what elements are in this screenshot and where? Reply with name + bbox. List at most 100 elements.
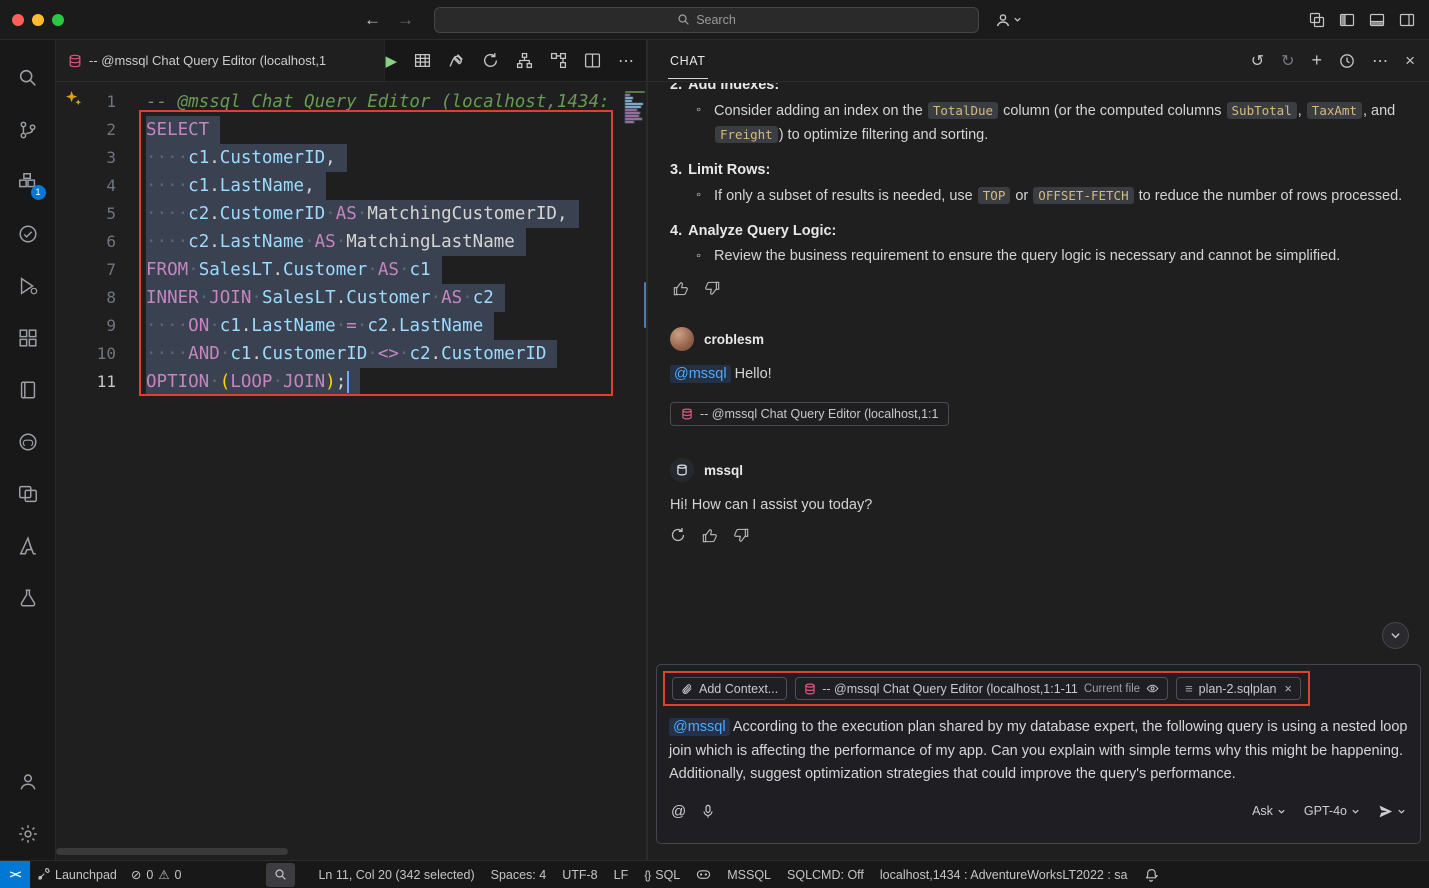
paperclip-icon bbox=[681, 683, 693, 695]
code-token: AS bbox=[315, 232, 336, 252]
mode-dropdown[interactable]: Ask bbox=[1252, 804, 1286, 818]
sidebar-item-source-control[interactable] bbox=[0, 104, 56, 156]
command-center-search[interactable]: Search bbox=[434, 7, 979, 33]
sidebar-item-accounts[interactable] bbox=[0, 756, 56, 808]
remove-context-icon[interactable]: × bbox=[1285, 682, 1292, 696]
github-icon bbox=[17, 431, 39, 453]
code-token: · bbox=[357, 204, 368, 224]
sidebar-item-run-debug[interactable] bbox=[0, 260, 56, 312]
more-actions-icon[interactable]: ⋯ bbox=[1372, 51, 1388, 71]
thumbs-up-icon[interactable] bbox=[672, 280, 689, 297]
results-grid-icon[interactable] bbox=[414, 52, 431, 69]
context-file-chip[interactable]: -- @mssql Chat Query Editor (localhost,1… bbox=[795, 677, 1168, 700]
close-panel-icon[interactable]: × bbox=[1405, 51, 1415, 71]
chat-messages[interactable]: 2. Add Indexes:◦Consider adding an index… bbox=[648, 83, 1429, 661]
microphone-icon[interactable] bbox=[701, 804, 715, 819]
code-line: FROM·SalesLT.Customer·AS·c1 bbox=[146, 256, 624, 284]
list-item-heading: 2. Add Indexes: bbox=[670, 83, 1407, 97]
thumbs-down-icon[interactable] bbox=[733, 527, 750, 544]
sidebar-item-azure[interactable] bbox=[0, 520, 56, 572]
add-context-button[interactable]: Add Context... bbox=[672, 677, 787, 700]
chat-input-text[interactable]: @mssql According to the execution plan s… bbox=[659, 710, 1418, 795]
sqlcmd-status[interactable]: SQLCMD: Off bbox=[780, 861, 871, 888]
list-item-title: Add Indexes: bbox=[688, 83, 779, 93]
send-button[interactable] bbox=[1378, 804, 1406, 819]
tab-chat[interactable]: CHAT bbox=[668, 42, 708, 79]
minimap-line bbox=[625, 106, 641, 108]
redo-request-icon[interactable]: ↻ bbox=[1281, 51, 1294, 71]
sidebar-item-github[interactable] bbox=[0, 416, 56, 468]
cursor-position[interactable]: Ln 11, Col 20 (342 selected) bbox=[311, 861, 481, 888]
connection-status[interactable]: localhost,1434 : AdventureWorksLT2022 : … bbox=[873, 861, 1135, 888]
list-item-title: Limit Rows: bbox=[688, 162, 770, 178]
close-window-button[interactable] bbox=[12, 14, 24, 26]
split-editor-icon[interactable] bbox=[584, 52, 601, 69]
user-name: croblesm bbox=[704, 328, 764, 351]
indentation-setting[interactable]: Spaces: 4 bbox=[484, 861, 554, 888]
language-mode[interactable]: {} SQL bbox=[637, 861, 687, 888]
toggle-sidebar-right-icon[interactable] bbox=[1399, 12, 1415, 28]
encoding-setting[interactable]: UTF-8 bbox=[555, 861, 604, 888]
scroll-to-bottom-button[interactable] bbox=[1382, 622, 1409, 649]
eye-icon[interactable] bbox=[1146, 682, 1159, 695]
sidebar-item-search[interactable] bbox=[0, 52, 56, 104]
sidebar-item-notebooks[interactable] bbox=[0, 364, 56, 416]
change-connection-icon[interactable] bbox=[482, 52, 499, 69]
mssql-status[interactable]: MSSQL bbox=[720, 861, 778, 888]
toggle-panel-icon[interactable] bbox=[1369, 12, 1385, 28]
editor-tab[interactable]: -- @mssql Chat Query Editor (localhost,1 bbox=[56, 40, 385, 81]
disconnect-icon[interactable] bbox=[448, 52, 465, 69]
chevron-down-icon bbox=[1277, 807, 1286, 816]
minimize-window-button[interactable] bbox=[32, 14, 44, 26]
more-actions-icon[interactable]: ⋯ bbox=[618, 51, 634, 71]
sidebar-item-testing[interactable] bbox=[0, 208, 56, 260]
thumbs-down-icon[interactable] bbox=[704, 280, 721, 297]
navigate-forward-button[interactable]: → bbox=[397, 10, 414, 30]
code-token: SalesLT bbox=[262, 288, 336, 308]
code-token: · bbox=[399, 260, 410, 280]
chat-input-container[interactable]: Add Context... -- @mssql Chat Query Edit… bbox=[656, 664, 1421, 844]
sidebar-item-extensions[interactable] bbox=[0, 312, 56, 364]
chat-history-icon[interactable] bbox=[1339, 53, 1355, 69]
error-icon: ⊘ bbox=[131, 867, 141, 882]
sidebar-item-remote-explorer[interactable] bbox=[0, 468, 56, 520]
problems-indicator[interactable]: ⊘ 0 ⚠ 0 bbox=[124, 861, 189, 888]
message-attachment-chip[interactable]: -- @mssql Chat Query Editor (localhost,1… bbox=[670, 402, 949, 426]
run-query-button[interactable]: ▶ bbox=[385, 52, 397, 70]
mention-icon[interactable]: @ bbox=[671, 803, 686, 820]
code-lines[interactable]: -- @mssql Chat Query Editor (localhost,1… bbox=[116, 82, 624, 860]
model-dropdown[interactable]: GPT-4o bbox=[1304, 804, 1360, 818]
customize-layout-icon[interactable] bbox=[1309, 12, 1325, 28]
account-menu-button[interactable] bbox=[995, 12, 1022, 28]
copilot-sparkle-icon[interactable] bbox=[65, 90, 82, 107]
context-plan-chip[interactable]: ≡ plan-2.sqlplan × bbox=[1176, 677, 1301, 700]
sidebar-item-settings[interactable] bbox=[0, 808, 56, 860]
code-token: · bbox=[220, 344, 231, 364]
braces-icon: {} bbox=[644, 868, 650, 882]
minimap[interactable] bbox=[624, 82, 648, 860]
remote-indicator[interactable]: >< bbox=[0, 861, 30, 888]
retry-icon[interactable] bbox=[670, 527, 686, 543]
code-token: <> bbox=[378, 344, 399, 364]
eol-setting[interactable]: LF bbox=[607, 861, 636, 888]
new-chat-icon[interactable]: + bbox=[1312, 50, 1323, 71]
copilot-status[interactable] bbox=[689, 861, 718, 888]
chat-panel: CHAT ↺ ↻ + ⋯ × 2. Add Indexes:◦Consider … bbox=[648, 40, 1429, 860]
sidebar-item-database[interactable] bbox=[0, 572, 56, 624]
maximize-window-button[interactable] bbox=[52, 14, 64, 26]
search-placeholder: Search bbox=[696, 13, 736, 27]
editor-zoom-button[interactable] bbox=[266, 863, 295, 887]
execution-plan-icon[interactable] bbox=[550, 52, 567, 69]
toggle-sidebar-left-icon[interactable] bbox=[1339, 12, 1355, 28]
undo-request-icon[interactable]: ↺ bbox=[1251, 51, 1264, 71]
code-token: , bbox=[325, 148, 336, 168]
code-line: ····c2.CustomerID·AS·MatchingCustomerID, bbox=[146, 200, 624, 228]
navigate-back-button[interactable]: ← bbox=[364, 10, 381, 30]
sidebar-item-containers[interactable]: 1 bbox=[0, 156, 56, 208]
editor-body[interactable]: 1234567891011 -- @mssql Chat Query Edito… bbox=[56, 82, 648, 860]
launchpad-button[interactable]: Launchpad bbox=[30, 861, 124, 888]
schema-visualize-icon[interactable] bbox=[516, 52, 533, 69]
thumbs-up-icon[interactable] bbox=[701, 527, 718, 544]
horizontal-scrollbar[interactable] bbox=[56, 848, 288, 855]
notifications-button[interactable] bbox=[1137, 861, 1165, 888]
